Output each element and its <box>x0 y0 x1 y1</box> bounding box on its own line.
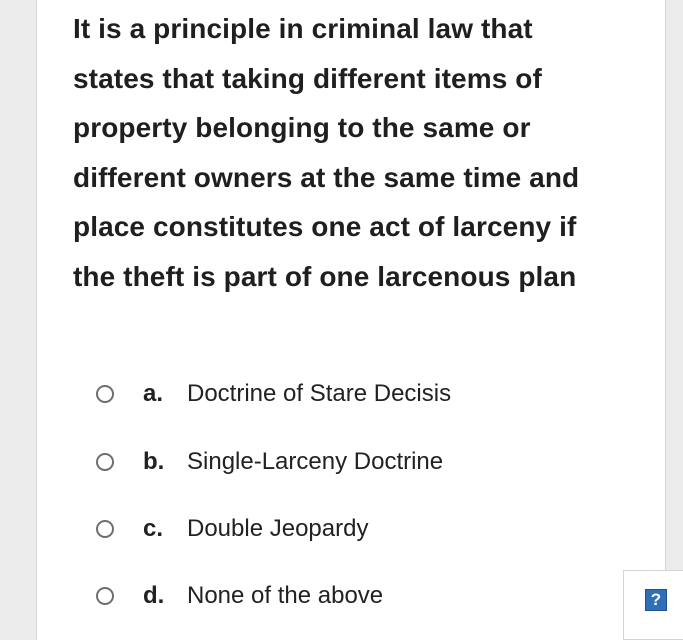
radio-button-icon[interactable] <box>96 587 114 605</box>
option-d[interactable]: d. None of the above <box>96 576 383 616</box>
option-text: Double Jeopardy <box>187 515 369 542</box>
radio-button-icon[interactable] <box>96 453 114 471</box>
option-text: None of the above <box>187 582 384 609</box>
option-text: Single-Larceny Doctrine <box>187 448 444 475</box>
option-b[interactable]: b. Single-Larceny Doctrine <box>96 442 443 482</box>
radio-button-icon[interactable] <box>96 385 114 403</box>
option-letter: b. <box>143 448 165 475</box>
answer-options: a. Doctrine of Stare Decisis b. Single-L… <box>37 0 665 640</box>
option-letter: d. <box>143 582 165 609</box>
option-a[interactable]: a. Doctrine of Stare Decisis <box>96 374 451 414</box>
question-mark-icon[interactable]: ? <box>645 589 667 611</box>
option-letter: a. <box>143 380 164 407</box>
option-text: Doctrine of Stare Decisis <box>187 380 452 407</box>
question-card: It is a principle in criminal law that s… <box>36 0 666 640</box>
radio-button-icon[interactable] <box>96 520 114 538</box>
option-c[interactable]: c. Double Jeopardy <box>96 509 368 549</box>
option-letter: c. <box>143 515 164 542</box>
